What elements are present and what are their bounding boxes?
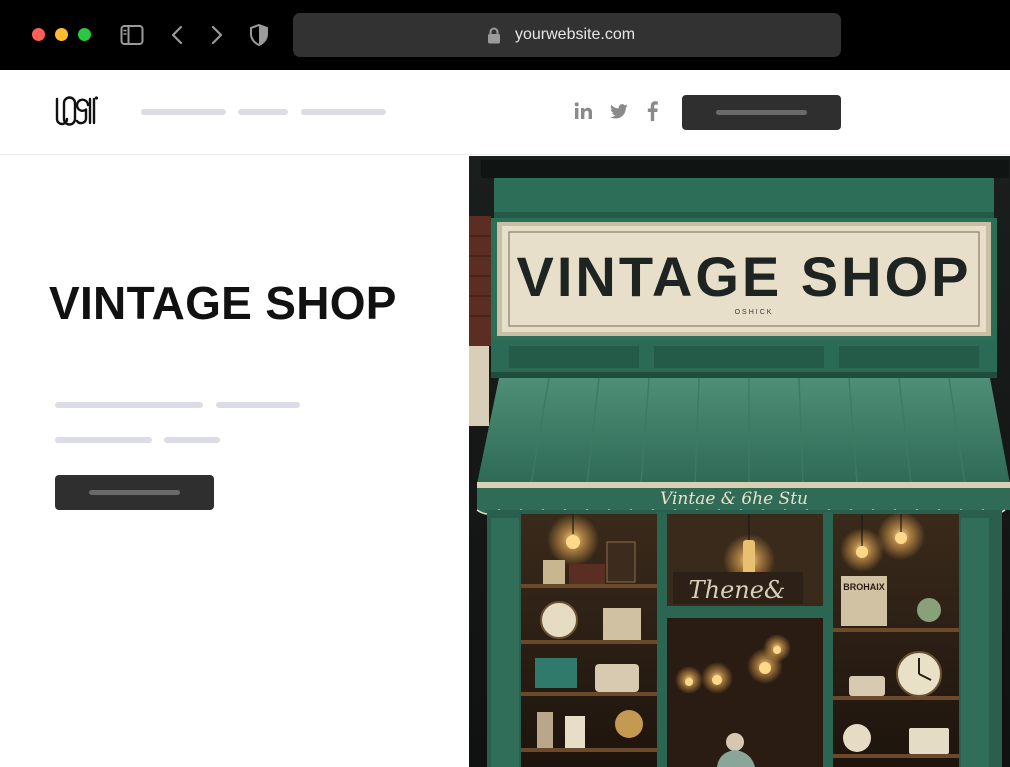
hero-text-line-1b (216, 402, 300, 408)
window-sign: Thene& (689, 576, 786, 604)
forward-icon[interactable] (210, 25, 224, 50)
hero-text-line-2b (164, 437, 220, 443)
hero-cta-button[interactable] (55, 475, 214, 510)
twitter-icon[interactable] (610, 104, 628, 124)
address-bar[interactable]: yourwebsite.com (293, 13, 841, 57)
site-header (0, 70, 1010, 155)
browser-toolbar: yourwebsite.com (0, 0, 1010, 70)
header-cta-button[interactable] (682, 95, 841, 130)
shield-icon[interactable] (249, 23, 269, 51)
close-window-button[interactable] (32, 28, 45, 41)
header-cta-label-placeholder (716, 110, 807, 115)
back-icon[interactable] (170, 25, 184, 50)
hero-image: VINTAGE SHOP OSHICK Vintae & 6he Stu The… (469, 156, 1010, 767)
sign-subtext: OSHICK (735, 309, 774, 316)
maximize-window-button[interactable] (78, 28, 91, 41)
nav-item-1[interactable] (141, 109, 226, 115)
nav-item-3[interactable] (301, 109, 386, 115)
hero-text-line-1a (55, 402, 203, 408)
linkedin-icon[interactable] (574, 102, 593, 125)
logo[interactable] (54, 95, 99, 134)
hero-text-line-2a (55, 437, 152, 443)
lock-icon (487, 27, 501, 49)
address-url: yourwebsite.com (515, 26, 636, 43)
hero-cta-label-placeholder (89, 490, 180, 495)
awning-text: Vintae & 6he Stu (660, 489, 808, 509)
sidebar-toggle-icon[interactable] (120, 24, 144, 51)
minimize-window-button[interactable] (55, 28, 68, 41)
facebook-icon[interactable] (647, 101, 658, 126)
hero-title: VINTAGE SHOP (49, 277, 397, 329)
nav-item-2[interactable] (238, 109, 288, 115)
window-placard: BROHAIX (843, 582, 885, 592)
sign-text: VINTAGE SHOP (516, 245, 971, 308)
